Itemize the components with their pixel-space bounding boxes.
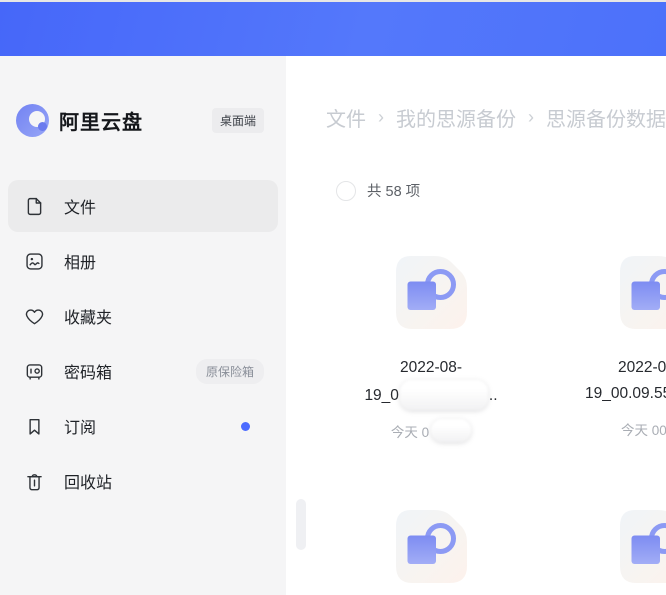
- file-name-line2: 19_0 ..: [319, 380, 543, 411]
- select-all-checkbox[interactable]: [336, 180, 356, 201]
- sidebar-item-albums[interactable]: 相册: [8, 235, 278, 287]
- sidebar-item-label: 密码箱: [64, 365, 113, 382]
- file-card[interactable]: [319, 508, 543, 595]
- safe-icon: [24, 361, 45, 382]
- item-count-label: 共 58 项: [367, 184, 421, 200]
- breadcrumb-segment-current[interactable]: 思源备份数据: [546, 103, 666, 132]
- sidebar: 阿里云盘 桌面端 文件 相册 收藏夹 密码箱 原保险箱 订阅 回收站: [0, 56, 286, 595]
- notification-dot: [241, 421, 250, 431]
- sidebar-item-label: 订阅: [64, 420, 97, 437]
- redaction-smudge: [399, 380, 488, 410]
- sidebar-item-trash[interactable]: 回收站: [8, 455, 278, 507]
- file-date: 今天 00:09: [621, 423, 666, 438]
- app-window: 阿里云盘 桌面端 文件 相册 收藏夹 密码箱 原保险箱 订阅 回收站 文件 › …: [0, 0, 666, 595]
- main-content: 文件 › 我的思源备份 › 思源备份数据 共 58 项 2022-08- 19_…: [286, 56, 666, 595]
- legacy-safe-badge: 原保险箱: [195, 358, 264, 384]
- sidebar-item-label: 文件: [64, 200, 97, 217]
- backup-file-icon: [394, 508, 468, 585]
- file-name-line1: 2022-08-: [399, 359, 463, 376]
- breadcrumb: 文件 › 我的思源备份 › 思源备份数据: [326, 103, 666, 132]
- photo-icon: [24, 251, 45, 272]
- bookmark-icon: [24, 416, 45, 437]
- breadcrumb-segment[interactable]: 文件: [326, 103, 366, 132]
- file-card[interactable]: [543, 508, 666, 595]
- aliyun-drive-logo-icon: [16, 103, 49, 137]
- backup-file-icon: [394, 254, 468, 331]
- file-date: 今天 0: [319, 419, 543, 442]
- breadcrumb-separator: ›: [528, 107, 534, 127]
- breadcrumb-segment[interactable]: 我的思源备份: [396, 103, 516, 132]
- app-title: 阿里云盘: [59, 111, 143, 134]
- sidebar-item-files[interactable]: 文件: [8, 180, 278, 232]
- file-grid: 2022-08- 19_0 .. 今天 0 2022-08- 19_0: [319, 254, 666, 595]
- backup-file-icon: [618, 254, 666, 331]
- file-icon: [24, 196, 45, 217]
- selection-bar: 共 58 项: [336, 180, 420, 201]
- file-card[interactable]: 2022-08- 19_0 .. 今天 0: [319, 254, 543, 508]
- sidebar-item-label: 收藏夹: [64, 310, 113, 327]
- sidebar-item-favorites[interactable]: 收藏夹: [8, 290, 278, 342]
- backup-file-icon: [618, 508, 666, 585]
- sidebar-nav: 文件 相册 收藏夹 密码箱 原保险箱 订阅 回收站: [0, 180, 286, 507]
- file-card[interactable]: 2022-08- 19_00.09.55 今天 00:09: [543, 254, 666, 508]
- file-name-line1: 2022-08-: [618, 359, 666, 376]
- desktop-badge: 桌面端: [211, 107, 264, 133]
- title-bar: [0, 2, 666, 56]
- redaction-smudge: [431, 419, 472, 442]
- file-name-line2: 19_00.09.55: [585, 385, 666, 402]
- sidebar-item-subscriptions[interactable]: 订阅: [8, 400, 278, 452]
- sidebar-item-label: 回收站: [64, 475, 113, 492]
- sidebar-item-label: 相册: [64, 255, 97, 272]
- heart-icon: [24, 306, 45, 327]
- sidebar-scrollbar-thumb[interactable]: [296, 499, 306, 550]
- trash-icon: [24, 471, 45, 492]
- sidebar-item-password-box[interactable]: 密码箱 原保险箱: [8, 345, 278, 397]
- breadcrumb-separator: ›: [378, 107, 384, 127]
